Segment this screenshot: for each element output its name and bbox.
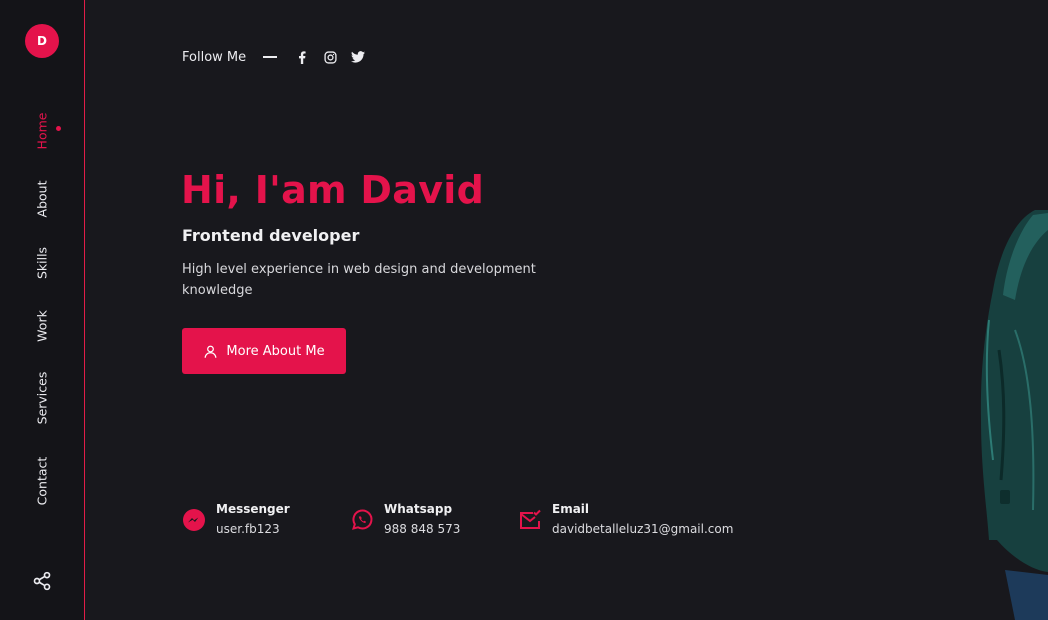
- nav-item-about[interactable]: About: [35, 181, 50, 218]
- contact-email[interactable]: Email davidbetalleluz31@gmail.com: [518, 500, 733, 540]
- follow-me: Follow Me: [182, 48, 379, 66]
- nav-item-contact[interactable]: Contact: [35, 457, 50, 506]
- hero-subtitle: Frontend developer: [182, 226, 360, 245]
- active-nav-indicator: [56, 126, 61, 131]
- nav-item-skills[interactable]: Skills: [35, 247, 50, 279]
- nav-item-home[interactable]: Home: [35, 113, 50, 150]
- facebook-icon[interactable]: [295, 50, 309, 64]
- follow-me-label: Follow Me: [182, 49, 247, 65]
- more-about-me-button[interactable]: More About Me: [182, 328, 346, 374]
- logo-letter: D: [37, 34, 47, 48]
- hero-description: High level experience in web design and …: [182, 262, 536, 298]
- divider: [263, 56, 278, 58]
- hero-title: Hi, I'am David: [181, 168, 485, 212]
- twitter-icon[interactable]: [351, 50, 366, 64]
- user-icon: [204, 345, 217, 358]
- email-icon: [520, 509, 541, 529]
- contact-value: davidbetalleluz31@gmail.com: [552, 522, 734, 536]
- messenger-icon: [183, 509, 205, 531]
- hero-photo: [980, 210, 1048, 620]
- logo[interactable]: D: [25, 24, 59, 58]
- whatsapp-icon: [352, 509, 373, 530]
- contact-value: 988 848 573: [384, 522, 461, 536]
- contact-title: Email: [552, 502, 590, 516]
- instagram-icon[interactable]: [323, 50, 337, 64]
- nav-item-work[interactable]: Work: [35, 310, 50, 342]
- contact-messenger[interactable]: Messenger user.fb123: [182, 500, 290, 540]
- contact-title: Whatsapp: [384, 502, 453, 516]
- contact-whatsapp[interactable]: Whatsapp 988 848 573: [350, 500, 460, 540]
- nav-item-services[interactable]: Services: [35, 372, 50, 425]
- contact-title: Messenger: [216, 502, 290, 516]
- more-about-me-label: More About Me: [226, 343, 325, 359]
- contact-value: user.fb123: [216, 522, 280, 536]
- sidebar: D Home About Skills Work Services Contac…: [0, 0, 85, 620]
- share-icon[interactable]: [32, 571, 52, 591]
